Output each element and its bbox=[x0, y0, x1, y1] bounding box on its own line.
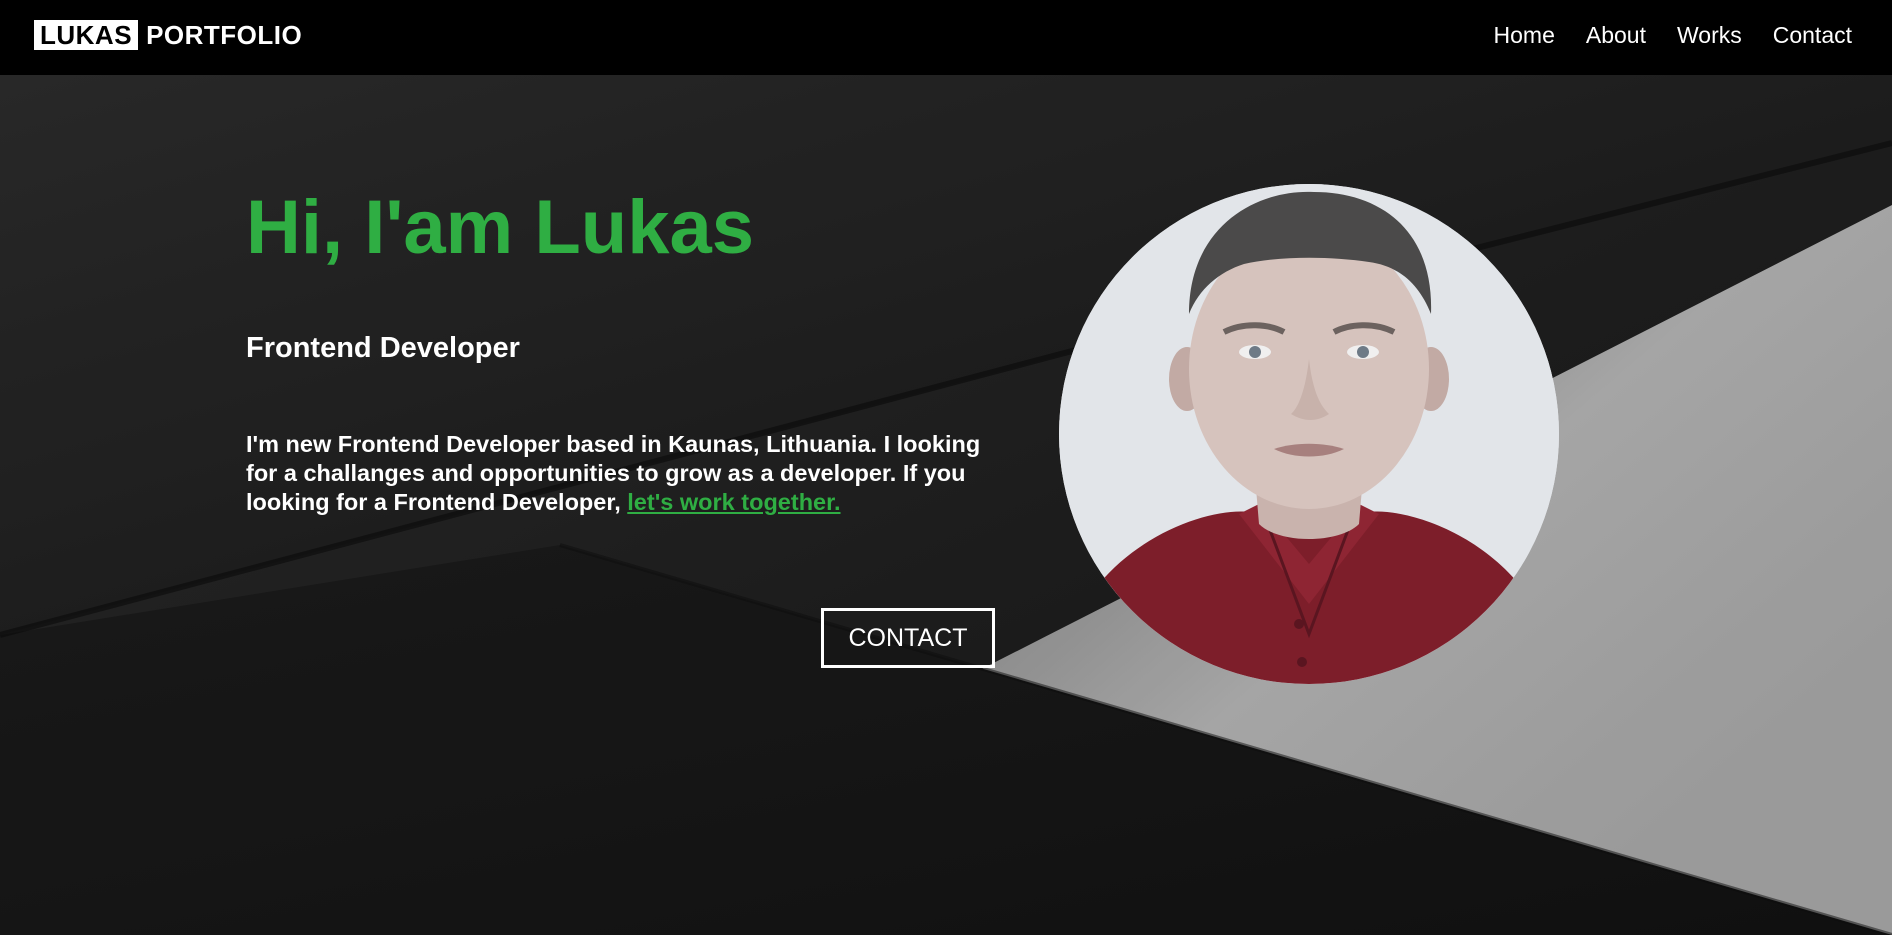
hero-bio-text: I'm new Frontend Developer based in Kaun… bbox=[246, 431, 981, 515]
hero-role: Frontend Developer bbox=[246, 332, 520, 364]
logo-box-text: LUKAS bbox=[34, 20, 139, 50]
nav-link-contact[interactable]: Contact bbox=[1773, 20, 1852, 50]
hero-section: Hi, I'am Lukas Frontend Developer I'm ne… bbox=[0, 75, 1892, 935]
portfolio-page: LUKAS PORTFOLIO Home About Works Contact bbox=[0, 0, 1892, 935]
hero-bio: I'm new Frontend Developer based in Kaun… bbox=[246, 430, 1006, 517]
nav-menu: Home About Works Contact bbox=[1463, 20, 1852, 50]
nav-link-home[interactable]: Home bbox=[1494, 20, 1555, 50]
bio-work-together-link[interactable]: let's work together. bbox=[627, 489, 840, 515]
nav-link-works[interactable]: Works bbox=[1677, 20, 1742, 50]
logo[interactable]: LUKAS PORTFOLIO bbox=[34, 20, 302, 50]
nav-link-about[interactable]: About bbox=[1586, 20, 1646, 50]
contact-button[interactable]: CONTACT bbox=[821, 608, 995, 668]
hero-headline: Hi, I'am Lukas bbox=[246, 185, 755, 270]
profile-photo bbox=[1059, 184, 1559, 684]
navbar: LUKAS PORTFOLIO Home About Works Contact bbox=[0, 0, 1892, 75]
profile-portrait-image bbox=[1059, 184, 1559, 684]
logo-text: PORTFOLIO bbox=[146, 20, 303, 50]
